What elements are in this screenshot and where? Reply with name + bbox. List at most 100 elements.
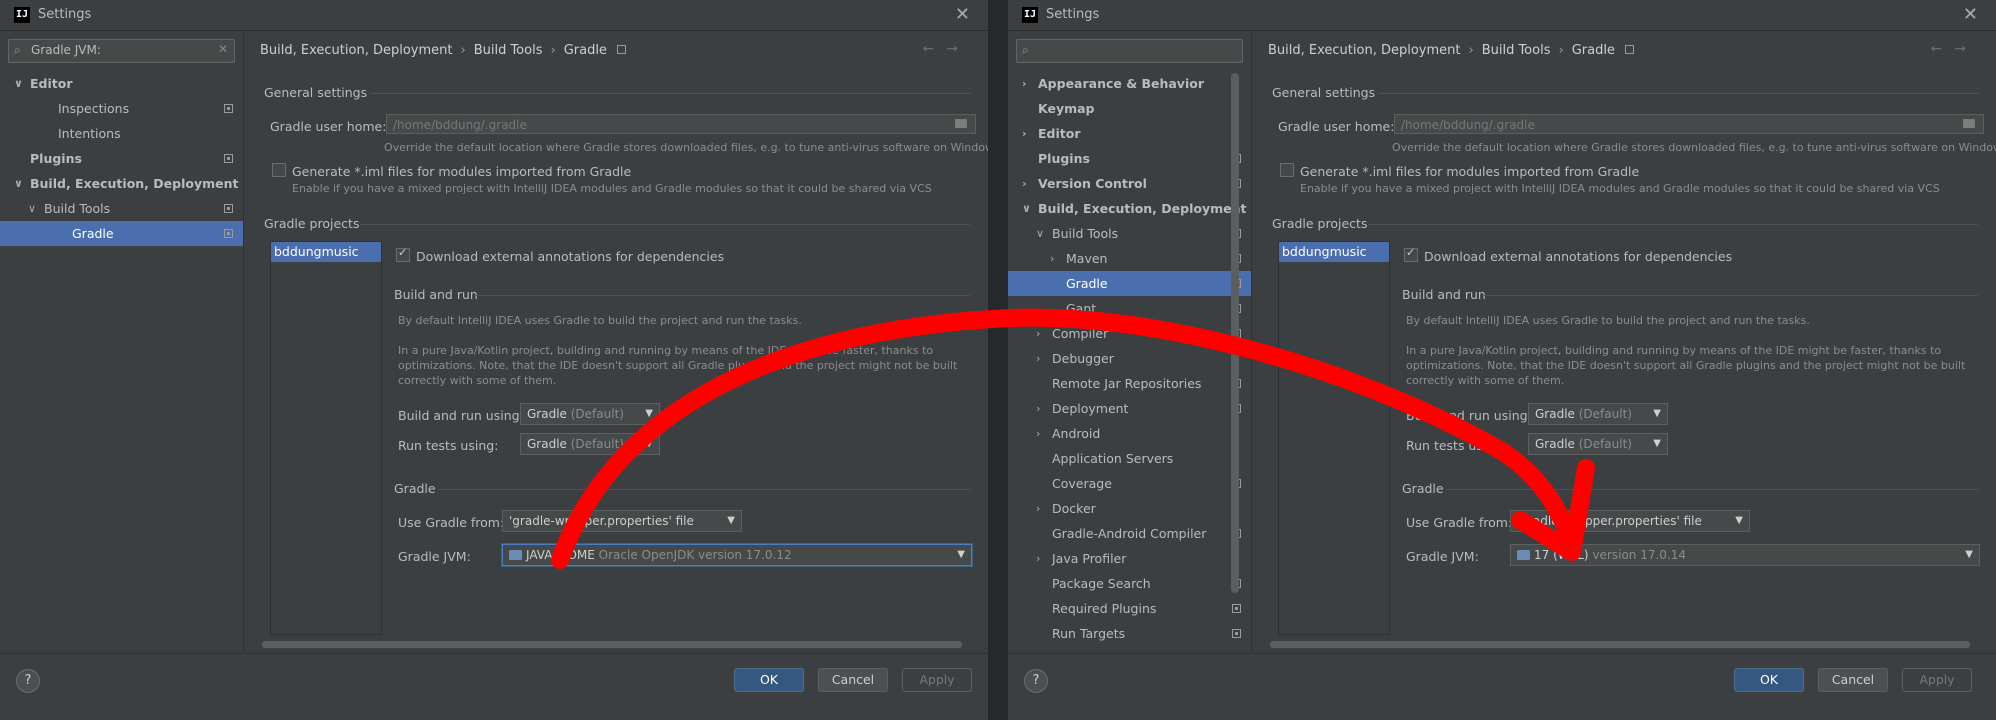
tree-item[interactable]: Gant	[1008, 296, 1251, 321]
build-hint: By default IntelliJ IDEA uses Gradle to …	[398, 314, 802, 327]
project-settings-icon	[224, 154, 233, 163]
tree-item[interactable]: › Editor	[1008, 121, 1251, 146]
tree-item[interactable]: › Compiler	[1008, 321, 1251, 346]
tree-item[interactable]: Gradle	[0, 221, 243, 246]
run-tests-using-select[interactable]: Gradle (Default) ▼	[1528, 433, 1668, 455]
apply-button[interactable]: Apply	[902, 668, 972, 692]
build-run-using-select[interactable]: Gradle (Default) ▼	[520, 403, 660, 425]
run-tests-using-select[interactable]: Gradle (Default) ▼	[520, 433, 660, 455]
chevron-down-icon[interactable]: ∨	[1036, 221, 1044, 246]
build-run-using-select[interactable]: Gradle (Default) ▼	[1528, 403, 1668, 425]
search-input[interactable]	[31, 41, 211, 59]
tree-item-label: Application Servers	[1052, 451, 1174, 466]
tree-item-label: Inspections	[58, 101, 130, 116]
help-button[interactable]: ?	[16, 669, 40, 693]
chevron-right-icon[interactable]: ›	[1036, 546, 1040, 571]
tree-item[interactable]: Remote Jar Repositories	[1008, 371, 1251, 396]
tree-item[interactable]: › Android	[1008, 421, 1251, 446]
back-arrow-icon[interactable]: ←	[1931, 41, 1955, 57]
tree-item-label: Intentions	[58, 126, 121, 141]
tree-item[interactable]: ∨ Build Tools	[1008, 221, 1251, 246]
cancel-button[interactable]: Cancel	[1818, 668, 1888, 692]
search-input[interactable]	[1039, 41, 1219, 59]
chevron-down-icon[interactable]: ∨	[28, 196, 36, 221]
download-annotations-checkbox[interactable]	[396, 246, 410, 262]
apply-button[interactable]: Apply	[1902, 668, 1972, 692]
chevron-right-icon[interactable]: ›	[1036, 496, 1040, 521]
tree-item[interactable]: ∨ Build, Execution, Deployment	[1008, 196, 1251, 221]
settings-search-box[interactable]: ⌕	[1016, 39, 1243, 63]
tree-item-label: Editor	[1038, 126, 1081, 141]
ok-button[interactable]: OK	[1734, 668, 1804, 692]
chevron-right-icon[interactable]: ›	[1022, 71, 1027, 96]
chevron-down-icon[interactable]: ∨	[1022, 196, 1031, 221]
tree-item[interactable]: ∨ Build, Execution, Deployment	[0, 171, 243, 196]
gradle-user-home-field[interactable]: /home/bddung/.gradle	[386, 114, 976, 134]
tree-item[interactable]: ∨ Build Tools	[0, 196, 243, 221]
folder-icon[interactable]	[1963, 119, 1975, 128]
tree-item[interactable]: › Java Profiler	[1008, 546, 1251, 571]
tree-item[interactable]: › Appearance & Behavior	[1008, 71, 1251, 96]
tree-item[interactable]: Keymap	[1008, 96, 1251, 121]
ok-button[interactable]: OK	[734, 668, 804, 692]
clear-search-icon[interactable]: ✕	[218, 42, 228, 56]
tree-item[interactable]: Gradle	[1008, 271, 1251, 296]
tree-item[interactable]: ∨ Editor	[0, 71, 243, 96]
chevron-right-icon[interactable]: ›	[1036, 321, 1040, 346]
folder-icon[interactable]	[955, 119, 967, 128]
forward-arrow-icon[interactable]: →	[946, 41, 970, 57]
tree-item[interactable]: Application Servers	[1008, 446, 1251, 471]
generate-iml-checkbox[interactable]	[1280, 163, 1294, 177]
gradle-jvm-select[interactable]: JAVA_HOME Oracle OpenJDK version 17.0.12…	[502, 544, 972, 566]
tree-item[interactable]: Run Targets	[1008, 621, 1251, 646]
use-gradle-from-select[interactable]: 'gradle-wrapper.properties' file ▼	[1510, 510, 1750, 532]
chevron-right-icon[interactable]: ›	[1050, 246, 1054, 271]
back-arrow-icon[interactable]: ←	[923, 41, 947, 57]
horizontal-scrollbar[interactable]	[1270, 641, 1970, 648]
tree-item[interactable]: Inspections	[0, 96, 243, 121]
navigation-arrows: ←→	[923, 41, 970, 57]
gradle-user-home-field[interactable]: /home/bddung/.gradle	[1394, 114, 1984, 134]
use-gradle-from-select[interactable]: 'gradle-wrapper.properties' file ▼	[502, 510, 742, 532]
tree-item[interactable]: Gradle-Android Compiler	[1008, 521, 1251, 546]
chevron-down-icon[interactable]: ∨	[14, 171, 23, 196]
tree-item[interactable]: Plugins	[0, 146, 243, 171]
tree-item-label: Appearance & Behavior	[1038, 76, 1204, 91]
chevron-right-icon[interactable]: ›	[1036, 396, 1040, 421]
tree-item[interactable]: Required Plugins	[1008, 596, 1251, 621]
settings-search-box[interactable]: ⌕ ✕	[8, 39, 235, 63]
cancel-button[interactable]: Cancel	[818, 668, 888, 692]
help-button[interactable]: ?	[1024, 669, 1048, 693]
intellij-app-icon: IJ	[1022, 7, 1038, 23]
project-list-item[interactable]: bddungmusic	[1279, 242, 1389, 262]
tree-item-label: Build, Execution, Deployment	[30, 176, 239, 191]
tree-item[interactable]: › Debugger	[1008, 346, 1251, 371]
tree-item[interactable]: › Docker	[1008, 496, 1251, 521]
project-list-item[interactable]: bddungmusic	[271, 242, 381, 262]
close-icon[interactable]: ✕	[1963, 4, 1978, 25]
close-icon[interactable]: ✕	[955, 4, 970, 25]
forward-arrow-icon[interactable]: →	[1954, 41, 1978, 57]
chevron-right-icon[interactable]: ›	[1022, 121, 1027, 146]
chevron-right-icon[interactable]: ›	[1036, 421, 1040, 446]
tree-item[interactable]: Intentions	[0, 121, 243, 146]
vertical-scrollbar[interactable]	[1231, 73, 1239, 651]
tree-item[interactable]: Plugins	[1008, 146, 1251, 171]
horizontal-scrollbar[interactable]	[262, 641, 962, 648]
chevron-right-icon[interactable]: ›	[1036, 346, 1040, 371]
gradle-jvm-select[interactable]: 17 (WSL) version 17.0.14 ▼	[1510, 544, 1980, 566]
tree-item[interactable]: › Version Control	[1008, 171, 1251, 196]
generate-iml-checkbox[interactable]	[272, 163, 286, 177]
tree-item[interactable]: › Maven	[1008, 246, 1251, 271]
tree-item[interactable]: Package Search	[1008, 571, 1251, 596]
chevron-down-icon[interactable]: ∨	[14, 71, 23, 96]
gradle-projects-list: bddungmusic	[270, 241, 382, 635]
tree-item[interactable]: Coverage	[1008, 471, 1251, 496]
tree-item-label: Version Control	[1038, 176, 1147, 191]
combo-value: Gradle	[527, 407, 567, 421]
scrollbar-thumb[interactable]	[1231, 73, 1239, 593]
download-annotations-checkbox[interactable]	[1404, 246, 1418, 262]
chevron-right-icon[interactable]: ›	[1022, 171, 1027, 196]
combo-default: (Default)	[1578, 407, 1632, 421]
tree-item[interactable]: › Deployment	[1008, 396, 1251, 421]
